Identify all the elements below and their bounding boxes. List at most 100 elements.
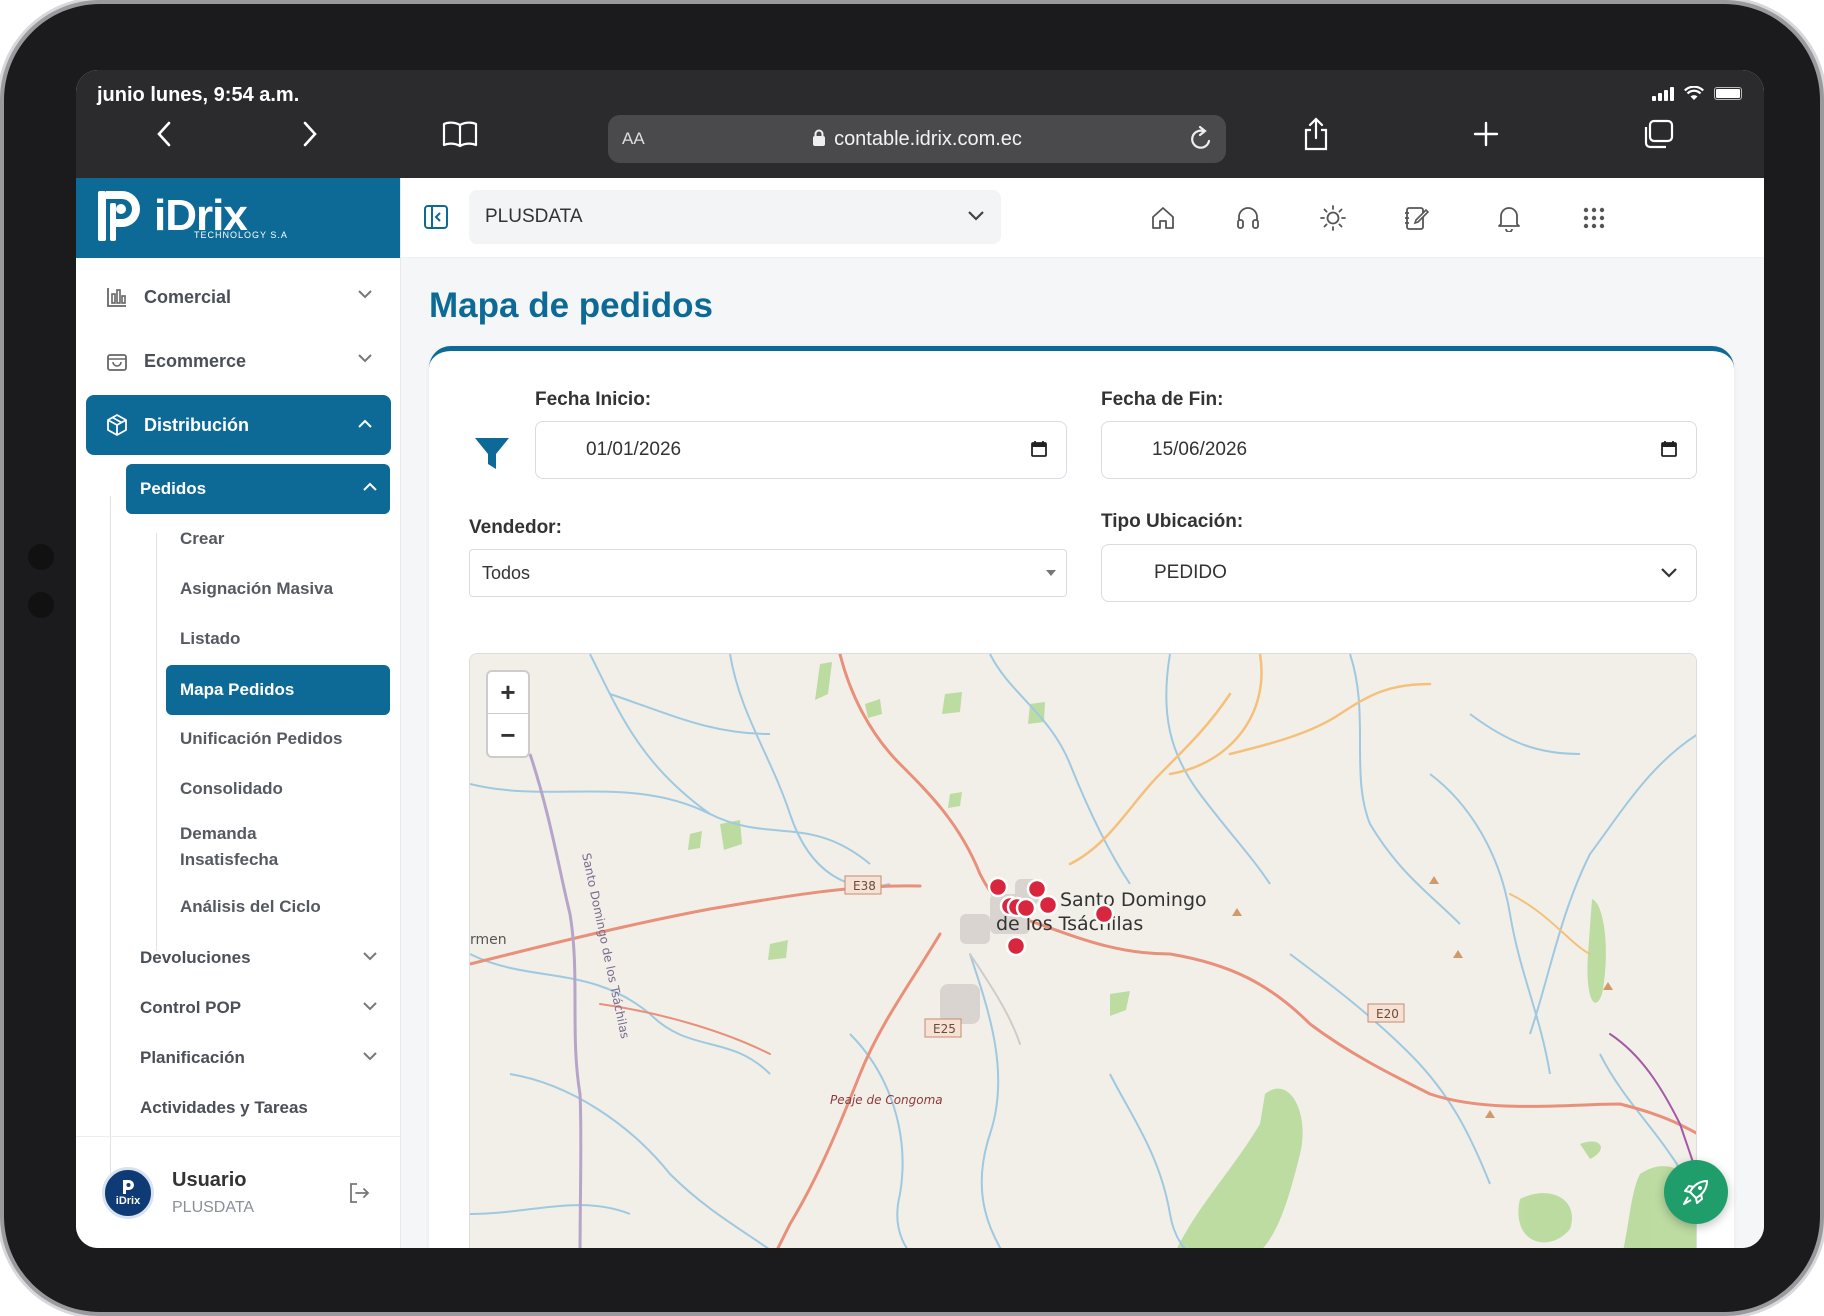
map-zoom-control: + − [486,670,530,758]
app-topbar: PLUSDATA [401,178,1764,258]
idrix-logo-icon [98,191,140,241]
sidebar-item-label: Comercial [144,286,232,307]
map-label-e20: E20 [1376,1007,1399,1021]
fecha-inicio-value: 01/01/2026 [586,439,682,460]
sidebar-item-unificacion-pedidos[interactable]: Unificación Pedidos [166,715,390,763]
main-content: Mapa de pedidos Fecha Inicio: 01/01/2026… [401,258,1764,1248]
tipo-ubicacion-label: Tipo Ubicación: [1101,511,1244,532]
vendedor-value: Todos [482,562,531,583]
zoom-in-button[interactable]: + [488,672,528,714]
tree-line-outer [110,496,111,1174]
back-icon[interactable] [144,114,184,154]
bell-icon[interactable] [1491,200,1527,236]
screen: junio lunes, 9:54 a.m. AA contable.idrix… [76,70,1764,1248]
sidebar-item-analisis-del-ciclo[interactable]: Análisis del Ciclo [166,883,390,931]
sidebar-item-label: Pedidos [140,479,207,498]
bookmarks-icon[interactable] [440,114,480,154]
map-label-edge-town: rmen [470,932,507,948]
sidebar-item-listado[interactable]: Listado [166,615,390,663]
calendar-icon[interactable] [1030,440,1048,458]
order-marker[interactable] [1015,897,1037,919]
sidebar-item-label: Control POP [140,998,242,1017]
user-company: PLUSDATA [172,1199,255,1216]
idrix-avatar-icon [123,1180,134,1194]
sidebar-item-label: Ecommerce [144,350,247,371]
bar-chart-icon [104,284,130,310]
collapse-sidebar-icon[interactable] [423,204,449,230]
fecha-inicio-label: Fecha Inicio: [535,389,652,410]
order-marker[interactable] [1093,903,1115,925]
sidebar-item-actividades-y-tareas[interactable]: Actividades y Tareas [126,1083,390,1133]
page-title: Mapa de pedidos [429,286,713,325]
sidebar-item-control-pop[interactable]: Control POP [126,983,390,1033]
sidebar-item-planificacion[interactable]: Planificación [126,1033,390,1083]
reload-icon[interactable] [1188,125,1214,153]
home-icon[interactable] [1145,200,1181,236]
theme-toggle-icon[interactable] [1315,200,1351,236]
sidebar-item-label: Planificación [140,1048,245,1067]
company-select[interactable]: PLUSDATA [469,190,1001,244]
tipo-ubicacion-value: PEDIDO [1154,562,1227,583]
avatar[interactable]: iDrix [102,1167,154,1219]
map-label-e38: E38 [853,879,876,893]
headset-icon[interactable] [1230,200,1266,236]
order-marker[interactable] [1037,894,1059,916]
sidebar-item-label: Distribución [144,414,250,435]
sidebar-item-consolidado[interactable]: Consolidado [166,765,390,813]
user-panel: iDrix Usuario PLUSDATA [76,1136,401,1248]
sidebar-item-asignacion-masiva[interactable]: Asignación Masiva [166,565,390,613]
filter-card: Fecha Inicio: 01/01/2026 Fecha de Fin: 1… [429,346,1734,1248]
sidebar-item-comercial[interactable]: Comercial [86,271,391,323]
sidebar-item-distribucion[interactable]: Distribución [86,395,391,455]
sidebar-item-mapa-pedidos[interactable]: Mapa Pedidos [166,665,390,715]
quick-action-button[interactable] [1664,1160,1728,1224]
url-text: contable.idrix.com.ec [834,127,1022,150]
company-select-value: PLUSDATA [485,206,583,227]
brand-logo[interactable]: iDrix TECHNOLOGY S.A [76,178,400,258]
order-marker[interactable] [1026,878,1048,900]
orders-map[interactable]: E38 E25 E20 rmen Peaje de Congoma Santo … [469,653,1697,1248]
tipo-ubicacion-select[interactable]: PEDIDO [1101,544,1697,602]
filter-icon [475,438,509,469]
ipad-device: junio lunes, 9:54 a.m. AA contable.idrix… [4,4,1820,1312]
chevron-down-icon [358,290,372,299]
user-name: Usuario [172,1169,247,1191]
sidebar-item-devoluciones[interactable]: Devoluciones [126,933,390,983]
chevron-down-icon [363,1052,377,1061]
map-tiles: E38 E25 E20 rmen Peaje de Congoma Santo … [470,654,1696,1248]
fecha-fin-label: Fecha de Fin: [1101,389,1224,410]
sidebar-item-ecommerce[interactable]: Ecommerce [86,335,391,387]
device-sensors [28,544,54,640]
fecha-fin-input[interactable]: 15/06/2026 [1101,421,1697,479]
chevron-down-icon [358,354,372,363]
logout-icon[interactable] [347,1181,371,1205]
order-marker[interactable] [1005,935,1027,957]
sidebar-item-demanda-insatisfecha[interactable]: Demanda Insatisfecha [166,816,316,878]
apps-grid-icon[interactable] [1576,200,1612,236]
zoom-out-button[interactable]: − [488,714,528,756]
sidebar-item-crear[interactable]: Crear [166,515,390,563]
tree-line-inner [156,533,157,951]
map-label-e25: E25 [933,1022,956,1036]
tabs-overview-icon[interactable] [1638,114,1678,154]
notes-edit-icon[interactable] [1398,200,1434,236]
status-time: junio lunes, 9:54 a.m. [97,84,300,106]
calendar-icon[interactable] [1660,440,1678,458]
package-icon [104,412,130,438]
chevron-down-icon [363,1002,377,1011]
order-marker[interactable] [987,876,1009,898]
fecha-inicio-input[interactable]: 01/01/2026 [535,421,1067,479]
vendedor-select[interactable]: Todos [469,549,1067,597]
sidebar-item-label: Actividades y Tareas [140,1098,308,1117]
new-tab-icon[interactable] [1466,114,1506,154]
sidebar-item-pedidos[interactable]: Pedidos [126,464,390,514]
wifi-icon [1684,86,1704,100]
brand-subtitle: TECHNOLOGY S.A [194,230,288,240]
chevron-down-icon [968,211,984,221]
address-bar[interactable]: AA contable.idrix.com.ec [608,115,1226,163]
vendedor-label: Vendedor: [469,517,562,538]
forward-icon[interactable] [290,114,330,154]
share-icon[interactable] [1296,114,1336,154]
chevron-up-icon [358,419,372,428]
chevron-up-icon [363,482,377,491]
